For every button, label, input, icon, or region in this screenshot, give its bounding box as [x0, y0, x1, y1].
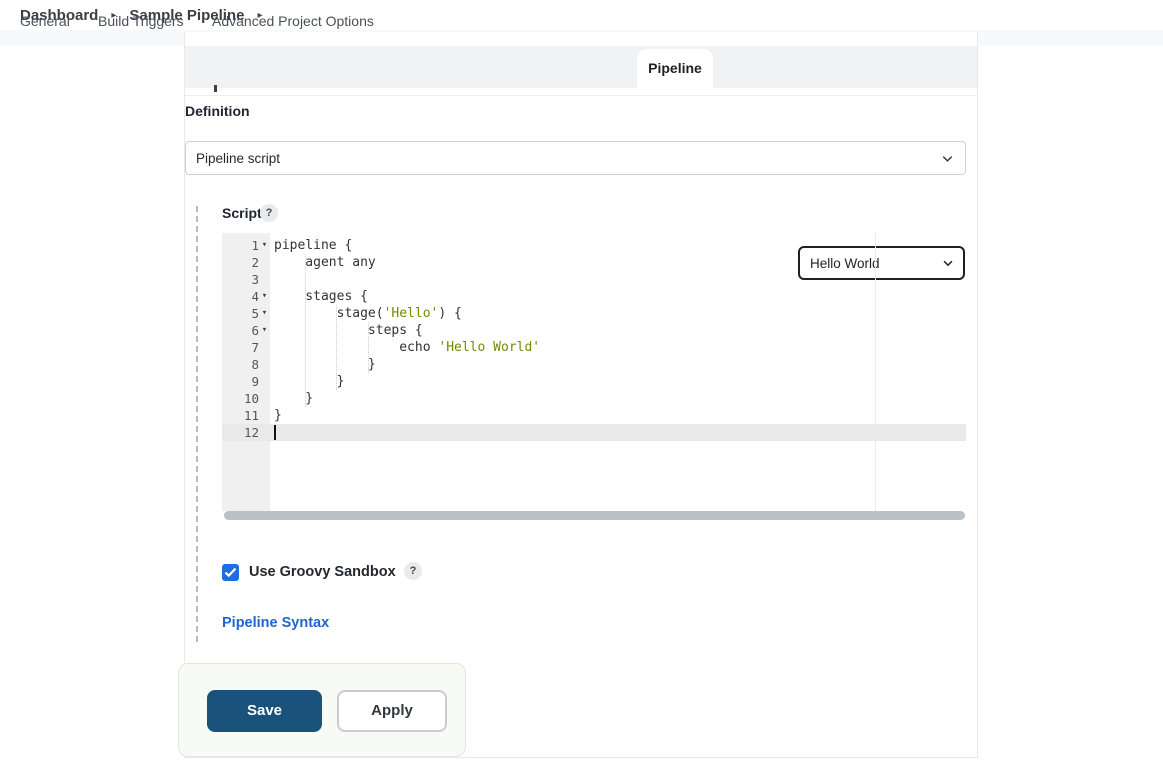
code-line-text[interactable]: echo 'Hello World' — [270, 339, 966, 356]
use-groovy-sandbox-label[interactable]: Use Groovy Sandbox — [249, 564, 396, 580]
code-line[interactable]: 11} — [222, 407, 966, 424]
chevron-down-icon — [940, 151, 955, 166]
code-line-text[interactable]: agent any — [270, 254, 966, 271]
code-line-text[interactable]: stages { — [270, 288, 966, 305]
section-divider — [185, 95, 977, 96]
code-line[interactable]: 12 — [222, 424, 966, 441]
code-line-text[interactable]: stage('Hello') { — [270, 305, 966, 322]
code-line-text[interactable]: pipeline { — [270, 237, 966, 254]
indent-guide — [336, 305, 337, 390]
fold-arrow-icon[interactable]: ▾ — [259, 305, 270, 322]
code-line-text[interactable]: } — [270, 373, 966, 390]
fold-arrow-icon[interactable]: ▾ — [259, 237, 270, 254]
definition-select[interactable]: Pipeline script — [185, 141, 966, 175]
fold-arrow-slot — [259, 390, 270, 407]
line-number[interactable]: 2 — [222, 254, 270, 271]
code-line-text[interactable]: } — [270, 390, 966, 407]
apply-button[interactable]: Apply — [337, 690, 447, 732]
text-cursor — [274, 425, 276, 440]
code-line[interactable]: 2 agent any — [222, 254, 966, 271]
clipped-section-heading — [214, 85, 217, 92]
line-number[interactable]: 7 — [222, 339, 270, 356]
tab-pipeline[interactable]: Pipeline — [637, 49, 713, 88]
code-editor[interactable]: 1▾pipeline {2 agent any34▾ stages {5▾ st… — [222, 233, 966, 511]
checkmark-icon — [224, 567, 237, 578]
line-number[interactable]: 3 — [222, 271, 270, 288]
line-number[interactable]: 9 — [222, 373, 270, 390]
fold-arrow-slot — [259, 271, 270, 288]
indent-guide — [368, 322, 369, 373]
line-number[interactable]: 11 — [222, 407, 270, 424]
indent-guide — [305, 254, 306, 407]
page: Dashboard Sample Pipeline General Build … — [0, 0, 1163, 762]
line-number[interactable]: 1▾ — [222, 237, 270, 254]
line-number[interactable]: 6▾ — [222, 322, 270, 339]
definition-label: Definition — [185, 103, 250, 119]
code-line-text[interactable]: steps { — [270, 322, 966, 339]
line-number[interactable]: 8 — [222, 356, 270, 373]
fold-arrow-slot — [259, 407, 270, 424]
line-number[interactable]: 5▾ — [222, 305, 270, 322]
tab-build-triggers[interactable]: Build Triggers — [98, 0, 184, 42]
code-editor-rows[interactable]: 1▾pipeline {2 agent any34▾ stages {5▾ st… — [222, 237, 966, 441]
code-line-text[interactable]: } — [270, 356, 966, 373]
fold-arrow-slot — [259, 339, 270, 356]
code-line[interactable]: 1▾pipeline { — [222, 237, 966, 254]
code-line[interactable]: 7 echo 'Hello World' — [222, 339, 966, 356]
help-icon[interactable]: ? — [260, 204, 278, 222]
help-icon[interactable]: ? — [404, 562, 422, 580]
code-line[interactable]: 5▾ stage('Hello') { — [222, 305, 966, 322]
use-groovy-sandbox-checkbox[interactable] — [222, 564, 239, 581]
code-line[interactable]: 3 — [222, 271, 966, 288]
line-number[interactable]: 4▾ — [222, 288, 270, 305]
pipeline-syntax-link[interactable]: Pipeline Syntax — [222, 615, 329, 631]
fold-arrow-slot — [259, 373, 270, 390]
tab-advanced-project-options[interactable]: Advanced Project Options — [212, 0, 374, 42]
fold-arrow-slot — [259, 356, 270, 373]
save-button[interactable]: Save — [207, 690, 322, 732]
line-number[interactable]: 10 — [222, 390, 270, 407]
line-number[interactable]: 12 — [222, 424, 270, 441]
horizontal-scrollbar[interactable] — [224, 511, 965, 520]
script-label: Script — [222, 205, 262, 221]
config-tabbar — [185, 46, 977, 88]
code-line-text[interactable] — [270, 424, 966, 441]
code-line[interactable]: 9 } — [222, 373, 966, 390]
tab-general[interactable]: General — [20, 0, 70, 42]
code-line[interactable]: 4▾ stages { — [222, 288, 966, 305]
code-line[interactable]: 6▾ steps { — [222, 322, 966, 339]
code-line[interactable]: 10 } — [222, 390, 966, 407]
fold-arrow-slot — [259, 424, 270, 441]
fold-arrow-icon[interactable]: ▾ — [259, 322, 270, 339]
code-line-text[interactable] — [270, 271, 966, 288]
fold-arrow-icon[interactable]: ▾ — [259, 288, 270, 305]
definition-select-value: Pipeline script — [196, 151, 940, 166]
section-indicator — [196, 206, 198, 642]
code-line-text[interactable]: } — [270, 407, 966, 424]
fold-arrow-slot — [259, 254, 270, 271]
code-line[interactable]: 8 } — [222, 356, 966, 373]
